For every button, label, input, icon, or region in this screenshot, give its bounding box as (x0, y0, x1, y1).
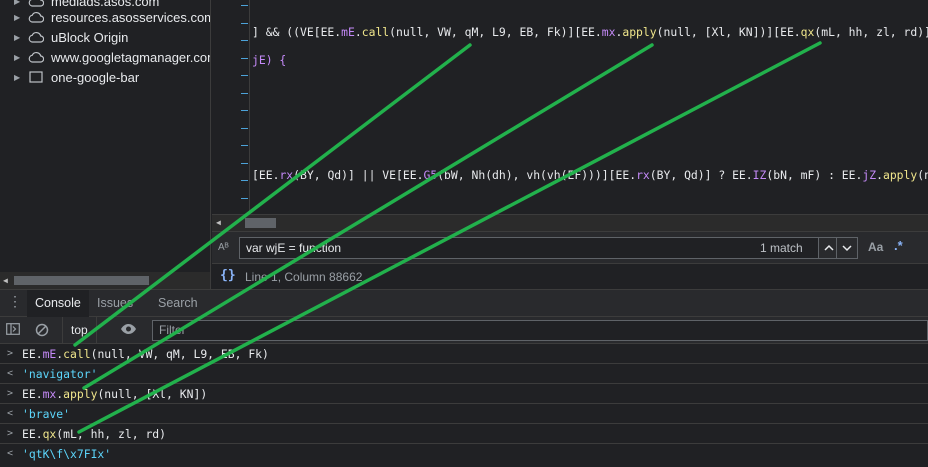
scroll-left-icon[interactable]: ◀ (216, 218, 221, 227)
gutter-marker (241, 180, 248, 181)
gutter-marker (241, 40, 248, 41)
match-case-button[interactable]: Aa (868, 240, 883, 254)
chevron-up-icon (824, 244, 834, 251)
tree-item-one-google-bar[interactable]: ▶ one-google-bar (0, 67, 139, 87)
expand-arrow-icon[interactable]: ▶ (14, 13, 24, 22)
cloud-icon (28, 50, 44, 64)
gutter-marker (241, 5, 248, 6)
regex-button[interactable]: .* (894, 238, 903, 253)
tree-item-label: uBlock Origin (51, 29, 129, 45)
expand-arrow-icon[interactable]: ▶ (14, 33, 24, 42)
gutter-marker (241, 58, 248, 59)
console-input-text[interactable]: EE.mE.call(null, VW, qM, L9, EB, Fk) (22, 344, 269, 364)
navigator-horizontal-scrollbar[interactable]: ◀ (0, 272, 210, 289)
gutter-marker (241, 128, 248, 129)
tree-item-label: resources.asosservices.com (51, 9, 211, 25)
input-prompt-icon: > (7, 428, 14, 439)
next-match-button[interactable] (836, 237, 858, 259)
console-input-row: > EE.qx(mL, hh, zl, rd) (0, 424, 928, 444)
console-filter-input[interactable]: Filter (152, 320, 928, 341)
gutter-marker (241, 93, 248, 94)
result-arrow-icon: < (7, 448, 14, 459)
editor-horizontal-scrollbar[interactable]: ◀ (212, 214, 928, 231)
pretty-print-icon[interactable]: {} (220, 268, 236, 283)
frame-icon (28, 70, 44, 84)
gutter-marker (241, 163, 248, 164)
console-input-row: > EE.mE.call(null, VW, qM, L9, EB, Fk) (0, 344, 928, 364)
gutter-marker (241, 145, 248, 146)
cursor-position: Line 1, Column 88662 (245, 270, 363, 284)
source-editor[interactable]: ] && ((VE[EE.mE.call(null, VW, qM, L9, E… (212, 0, 928, 214)
console-result-row: < 'qtK\f\x7FIx' (0, 444, 928, 464)
console-input-text[interactable]: EE.qx(mL, hh, zl, rd) (22, 424, 166, 444)
scroll-left-icon[interactable]: ◀ (3, 276, 8, 285)
find-bar: Aᴮ var wjE = function 1 match Aa .* (212, 231, 928, 263)
input-prompt-icon: > (7, 388, 14, 399)
cloud-icon (28, 30, 44, 44)
gutter-marker (241, 75, 248, 76)
scrollbar-thumb[interactable] (14, 276, 149, 285)
more-options-icon[interactable]: ⋮ (8, 295, 22, 309)
clear-console-icon[interactable] (35, 323, 49, 340)
drawer-tab-bar: ⋮ Console Issues Search (0, 289, 928, 317)
console-messages: > EE.mE.call(null, VW, qM, L9, EB, Fk) <… (0, 344, 928, 467)
console-toolbar: top Filter (0, 317, 928, 344)
tree-item-label: www.googletagmanager.com (51, 49, 211, 65)
console-result-row: < 'navigator' (0, 364, 928, 384)
code-line: jE) { (252, 53, 287, 67)
find-input[interactable]: var wjE = function (239, 237, 830, 259)
chevron-down-icon (842, 245, 852, 252)
tree-item-ublock[interactable]: ▶ uBlock Origin (0, 27, 128, 47)
console-result-value[interactable]: 'qtK\f\x7FIx' (22, 444, 111, 464)
code-line: [EE.rx(BY, Qd)] || VE[EE.G5(bW, Nh(dh), … (252, 168, 928, 182)
tree-item-googletagmanager[interactable]: ▶ www.googletagmanager.com (0, 47, 211, 67)
eye-icon[interactable] (120, 323, 137, 338)
gutter-marker (241, 198, 248, 199)
cloud-icon (28, 10, 44, 24)
result-arrow-icon: < (7, 408, 14, 419)
tab-issues[interactable]: Issues (89, 290, 141, 317)
gutter-marker (241, 110, 248, 111)
context-selector[interactable]: top (62, 317, 97, 343)
console-result-value[interactable]: 'navigator' (22, 364, 97, 384)
tab-console[interactable]: Console (27, 290, 89, 317)
expand-arrow-icon[interactable]: ▶ (14, 73, 24, 82)
gutter-marker (241, 23, 248, 24)
result-arrow-icon: < (7, 368, 14, 379)
show-sidebar-icon[interactable] (6, 323, 20, 338)
console-result-row: < 'brave' (0, 404, 928, 424)
tree-item-resources[interactable]: ▶ resources.asosservices.com (0, 7, 211, 27)
match-count: 1 match (760, 241, 803, 255)
console-input-row: > EE.mx.apply(null, [Xl, KN]) (0, 384, 928, 404)
code-line: ] && ((VE[EE.mE.call(null, VW, qM, L9, E… (252, 25, 928, 39)
line-gutter (212, 0, 250, 214)
find-replace-toggle-icon[interactable]: Aᴮ (218, 242, 229, 253)
editor-status-bar: {} Line 1, Column 88662 (212, 263, 928, 289)
console-result-value[interactable]: 'brave' (22, 404, 70, 424)
scrollbar-thumb[interactable] (245, 218, 276, 228)
tree-item-label: one-google-bar (51, 69, 140, 85)
expand-arrow-icon[interactable]: ▶ (14, 0, 24, 6)
console-input-text[interactable]: EE.mx.apply(null, [Xl, KN]) (22, 384, 207, 404)
input-prompt-icon: > (7, 348, 14, 359)
file-navigator: ▶ mediads.asos.com ▶ resources.asosservi… (0, 0, 211, 289)
tab-search[interactable]: Search (150, 290, 206, 317)
expand-arrow-icon[interactable]: ▶ (14, 53, 24, 62)
